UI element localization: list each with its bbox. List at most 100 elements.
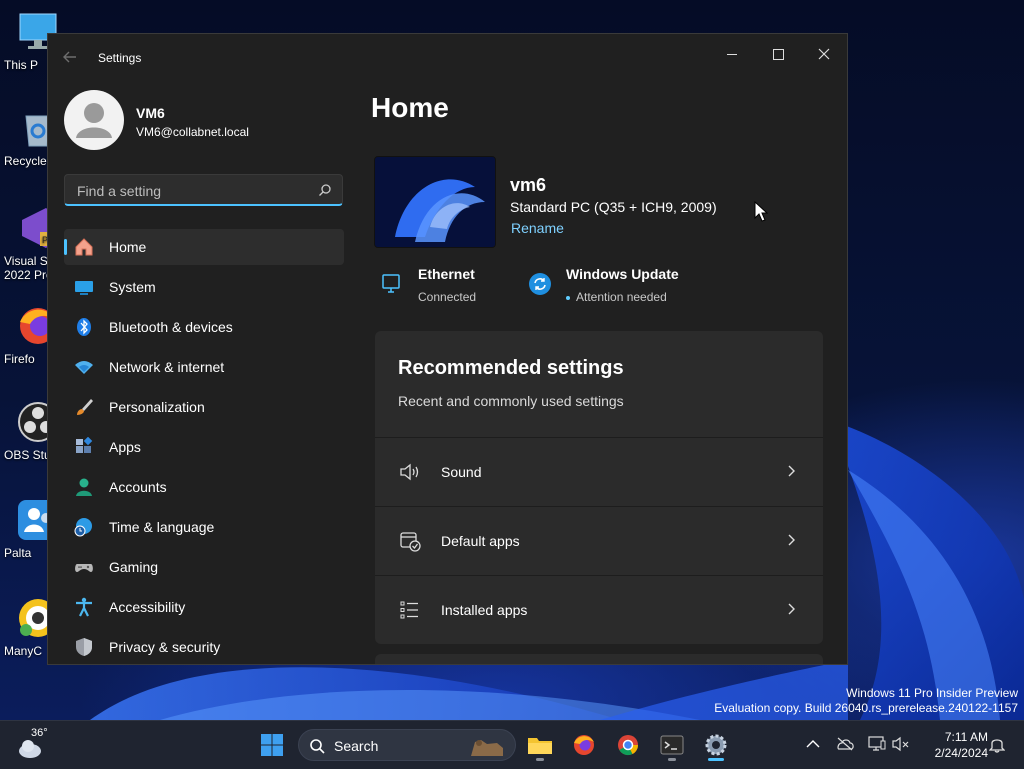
sidebar-item-label: Network & internet — [109, 359, 225, 375]
sidebar-item-network-internet[interactable]: Network & internet — [64, 349, 344, 385]
window-title: Settings — [98, 51, 142, 65]
default-apps-icon — [399, 530, 421, 552]
taskbar-settings[interactable] — [698, 727, 734, 763]
search-icon[interactable] — [318, 183, 332, 197]
start-button[interactable] — [254, 727, 290, 763]
recommended-row-label: Installed apps — [441, 602, 528, 618]
chrome-icon — [618, 735, 639, 756]
sidebar-item-apps[interactable]: Apps — [64, 429, 344, 465]
attention-dot-icon — [566, 295, 570, 300]
sidebar-item-label: Apps — [109, 439, 141, 455]
network-status[interactable]: Ethernet Connected — [380, 266, 476, 304]
tray-network[interactable] — [868, 735, 886, 753]
back-arrow-icon — [63, 51, 76, 63]
sidebar-item-label: Gaming — [109, 559, 159, 575]
recommended-row-label: Sound — [441, 464, 482, 480]
sidebar-item-accounts[interactable]: Accounts — [64, 469, 344, 505]
tray-cloud[interactable] — [836, 735, 854, 753]
taskbar-file-explorer[interactable] — [522, 727, 558, 763]
network-monitor-icon — [868, 736, 886, 751]
running-indicator — [536, 758, 544, 761]
sidebar-item-label: Accessibility — [109, 599, 186, 615]
recommended-row-installed-apps[interactable]: Installed apps — [375, 575, 823, 644]
avatar[interactable] — [64, 90, 124, 150]
sidebar-item-label: Privacy & security — [109, 639, 221, 655]
sidebar-item-bluetooth-devices[interactable]: Bluetooth & devices — [64, 309, 344, 345]
minimize-button[interactable] — [710, 40, 754, 68]
sidebar-item-label: Personalization — [109, 399, 205, 415]
sidebar-item-personalization[interactable]: Personalization — [64, 389, 344, 425]
evaluation-watermark: Windows 11 Pro Insider Preview Evaluatio… — [714, 686, 1018, 716]
watermark-line-1: Windows 11 Pro Insider Preview — [846, 686, 1018, 700]
network-status-title: Ethernet — [418, 266, 475, 282]
taskbar-search-label: Search — [334, 738, 379, 754]
sidebar-item-accessibility[interactable]: Accessibility — [64, 589, 344, 625]
sidebar-item-label: Home — [109, 239, 147, 255]
sidebar-item-label: Accounts — [109, 479, 167, 495]
device-wallpaper-thumbnail[interactable] — [374, 156, 496, 248]
firefox-icon — [574, 735, 594, 755]
user-email: VM6@collabnet.local — [136, 125, 249, 139]
close-button[interactable] — [802, 40, 846, 68]
folder-icon — [528, 738, 552, 754]
recommended-row-default-apps[interactable]: Default apps — [375, 506, 823, 575]
gear-icon — [705, 734, 727, 756]
user-name: VM6 — [136, 105, 165, 121]
search-highlight-image — [471, 740, 503, 756]
recommended-row-sound[interactable]: Sound — [375, 437, 823, 506]
recommended-settings-card: Recommended settings Recent and commonly… — [375, 331, 823, 644]
recommended-title: Recommended settings — [398, 357, 624, 379]
settings-window: Settings VM6 VM6@collabnet.local Home Sy… — [47, 33, 848, 665]
bloom-thumbnail-image — [375, 157, 495, 247]
search-input[interactable] — [75, 181, 309, 201]
sidebar-item-time-language[interactable]: Time & language — [64, 509, 344, 545]
brush-icon — [74, 397, 94, 417]
bluetooth-icon — [74, 317, 94, 337]
next-card-partial — [375, 654, 823, 664]
title-bar[interactable]: Settings — [48, 34, 847, 82]
list-icon — [399, 599, 421, 621]
shield-icon — [74, 637, 94, 657]
maximize-button[interactable] — [756, 40, 800, 68]
sidebar-nav: Home System Bluetooth & devices Network … — [64, 229, 344, 664]
home-icon — [74, 237, 94, 257]
show-hidden-icons-button[interactable] — [804, 735, 822, 753]
rename-link[interactable]: Rename — [511, 220, 564, 236]
sidebar-item-label: Bluetooth & devices — [109, 319, 233, 335]
sync-icon — [529, 273, 551, 295]
sidebar-item-gaming[interactable]: Gaming — [64, 549, 344, 585]
taskbar-terminal[interactable] — [654, 727, 690, 763]
back-button[interactable] — [62, 49, 82, 67]
accessibility-icon — [74, 597, 94, 617]
windows-logo-icon — [261, 734, 283, 756]
sidebar-item-system[interactable]: System — [64, 269, 344, 305]
windows-update-status[interactable]: Windows Update Attention needed — [528, 266, 679, 304]
taskbar-chrome[interactable] — [610, 727, 646, 763]
bell-icon — [989, 739, 1005, 753]
taskbar-clock[interactable]: 7:11 AM 2/24/2024 — [918, 729, 988, 761]
chevron-right-icon — [788, 534, 795, 546]
minimize-icon — [727, 53, 737, 55]
running-indicator — [668, 758, 676, 761]
globe-clock-icon — [74, 517, 94, 537]
notifications-button[interactable] — [988, 735, 1006, 753]
tray-volume[interactable] — [892, 735, 910, 753]
active-indicator — [708, 758, 724, 761]
watermark-line-2: Evaluation copy. Build 26040.rs_prerelea… — [714, 701, 1018, 715]
sidebar-item-home[interactable]: Home — [64, 229, 344, 265]
sidebar-item-label: Time & language — [109, 519, 215, 535]
system-icon — [74, 277, 94, 297]
sidebar-item-privacy-security[interactable]: Privacy & security — [64, 629, 344, 664]
weather-temperature: 36° — [31, 727, 48, 739]
wifi-icon — [74, 357, 94, 377]
windows-update-title: Windows Update — [566, 266, 679, 282]
user-silhouette-icon — [76, 103, 112, 138]
terminal-icon — [660, 735, 684, 755]
chevron-right-icon — [788, 603, 795, 615]
chevron-right-icon — [788, 465, 795, 477]
close-icon — [818, 48, 830, 60]
taskbar-search[interactable]: Search — [298, 729, 516, 761]
taskbar-firefox[interactable] — [566, 727, 602, 763]
find-setting-search[interactable] — [64, 174, 343, 206]
speaker-icon — [399, 461, 421, 483]
